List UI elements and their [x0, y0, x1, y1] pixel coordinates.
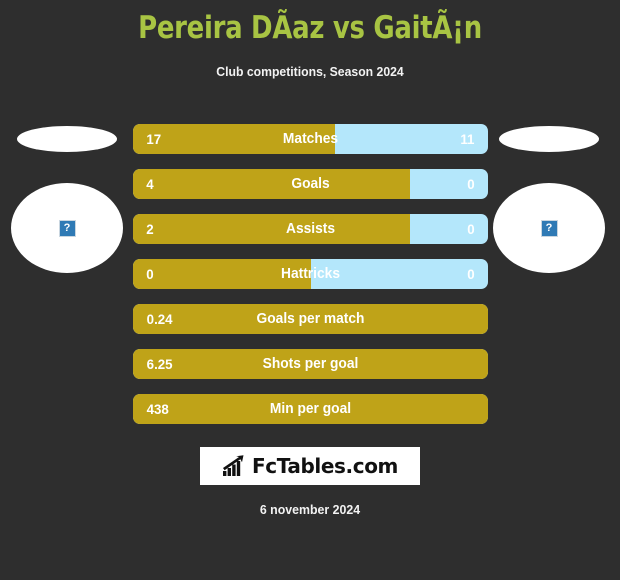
- page-subtitle: Club competitions, Season 2024: [216, 64, 404, 79]
- player-photo-right: ?: [493, 183, 605, 273]
- stat-row-goals: 4 Goals 0: [133, 169, 488, 199]
- stat-row-goals-per-match: 0.24 Goals per match: [133, 304, 488, 334]
- stat-label: Hattricks: [281, 266, 340, 282]
- footer-date: 6 november 2024: [259, 502, 361, 517]
- stat-away-value: 0: [467, 176, 475, 192]
- logo-text: FcTables.com: [252, 454, 398, 478]
- broken-image-icon: ?: [540, 219, 558, 237]
- stat-label: Assists: [285, 221, 336, 237]
- stat-away-value: 11: [460, 131, 475, 147]
- flag-placeholder-right: [499, 126, 599, 152]
- stat-label: Shots per goal: [262, 356, 359, 372]
- stat-label: Goals: [291, 176, 330, 192]
- stat-away-value: 0: [467, 266, 475, 282]
- player-photo-left: ?: [11, 183, 123, 273]
- stat-row-assists: 2 Assists 0: [133, 214, 488, 244]
- stat-away-value: 0: [467, 221, 475, 237]
- stat-bars-list: 17 Matches 11 4 Goals 0 2 Assists 0 0 Ha…: [133, 124, 488, 439]
- player-panel-right: ?: [490, 118, 612, 278]
- stat-row-matches: 17 Matches 11: [133, 124, 488, 154]
- fctables-logo[interactable]: FcTables.com: [200, 447, 420, 485]
- bar-chart-icon: [223, 455, 244, 476]
- stat-label: Min per goal: [269, 401, 352, 417]
- stat-comparison-card: Pereira DÃ­az vs GaitÃ¡n Club competitio…: [0, 0, 620, 580]
- flag-placeholder-left: [17, 126, 117, 152]
- stat-label: Matches: [282, 131, 339, 147]
- player-panel-left: ?: [8, 118, 130, 278]
- page-title: Pereira DÃ­az vs GaitÃ¡n: [138, 10, 482, 46]
- stat-row-hattricks: 0 Hattricks 0: [133, 259, 488, 289]
- broken-image-icon: ?: [58, 219, 76, 237]
- stat-row-min-per-goal: 438 Min per goal: [133, 394, 488, 424]
- stat-row-shots-per-goal: 6.25 Shots per goal: [133, 349, 488, 379]
- stat-label: Goals per match: [256, 311, 365, 327]
